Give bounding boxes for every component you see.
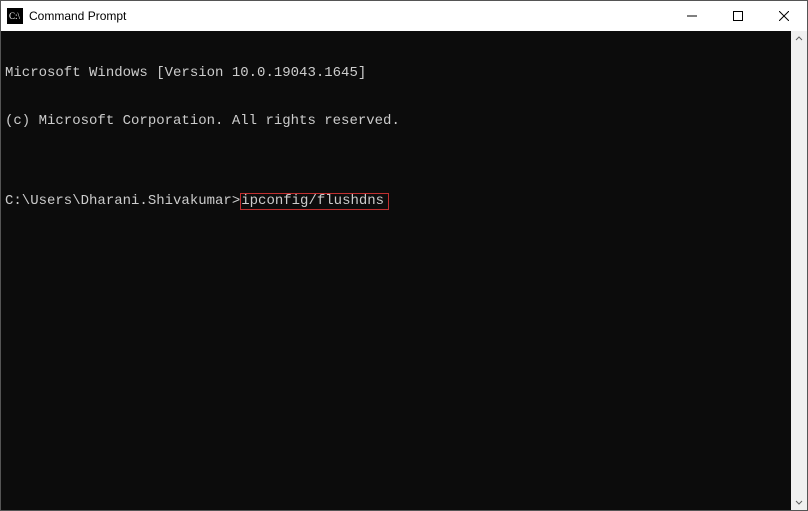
terminal-line-version: Microsoft Windows [Version 10.0.19043.16… xyxy=(5,65,787,81)
svg-text:C:\: C:\ xyxy=(9,11,21,21)
close-button[interactable] xyxy=(761,1,807,31)
minimize-icon xyxy=(687,11,697,21)
window-title: Command Prompt xyxy=(29,9,126,23)
minimize-button[interactable] xyxy=(669,1,715,31)
maximize-icon xyxy=(733,11,743,21)
prompt-prefix: C:\Users\Dharani.Shivakumar> xyxy=(5,193,240,209)
window-controls xyxy=(669,1,807,31)
cmd-icon: C:\ xyxy=(7,8,23,24)
scroll-down-button[interactable] xyxy=(793,496,805,508)
titlebar[interactable]: C:\ Command Prompt xyxy=(1,1,807,31)
vertical-scrollbar[interactable] xyxy=(791,31,807,510)
maximize-button[interactable] xyxy=(715,1,761,31)
scroll-up-button[interactable] xyxy=(793,33,805,45)
entered-command: ipconfig/flushdns xyxy=(240,193,389,210)
terminal-prompt-line: C:\Users\Dharani.Shivakumar>ipconfig/flu… xyxy=(5,193,787,210)
terminal-wrap: Microsoft Windows [Version 10.0.19043.16… xyxy=(1,31,807,510)
chevron-down-icon xyxy=(795,498,803,506)
cmd-window: C:\ Command Prompt xyxy=(0,0,808,511)
terminal[interactable]: Microsoft Windows [Version 10.0.19043.16… xyxy=(1,31,791,510)
terminal-line-copyright: (c) Microsoft Corporation. All rights re… xyxy=(5,113,787,129)
chevron-up-icon xyxy=(795,35,803,43)
close-icon xyxy=(779,11,789,21)
